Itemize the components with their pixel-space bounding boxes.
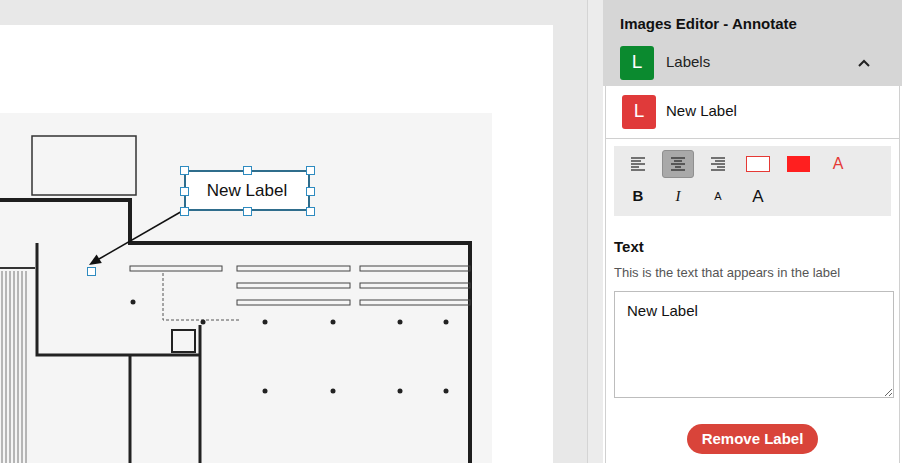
label-text-input[interactable]: New Label bbox=[614, 291, 894, 398]
resize-handle[interactable] bbox=[306, 166, 315, 175]
section-label: Labels bbox=[666, 51, 846, 74]
larger-button[interactable]: A bbox=[742, 182, 774, 212]
toolbar-row: A bbox=[622, 150, 883, 178]
section-badge: L bbox=[620, 46, 654, 80]
caret-up-icon bbox=[858, 59, 870, 67]
panel-gutter bbox=[587, 0, 603, 463]
border-color-swatch bbox=[746, 156, 770, 172]
resize-handle[interactable] bbox=[180, 187, 189, 196]
align-center-button[interactable] bbox=[662, 150, 694, 178]
image-page: New Label bbox=[0, 25, 553, 463]
resize-handle[interactable] bbox=[306, 187, 315, 196]
fill-color-swatch bbox=[787, 156, 810, 172]
panel-body: L New Label A B I A A Text This is the text that… bbox=[605, 86, 900, 463]
italic-button[interactable]: I bbox=[662, 182, 694, 212]
label-annotation[interactable]: New Label bbox=[184, 170, 310, 211]
panel-title: Images Editor - Annotate bbox=[603, 0, 902, 46]
label-item[interactable]: L New Label bbox=[606, 86, 899, 139]
resize-handle[interactable] bbox=[180, 166, 189, 175]
bold-button[interactable]: B bbox=[622, 182, 654, 212]
align-right-button[interactable] bbox=[702, 150, 734, 178]
resize-handle[interactable] bbox=[243, 166, 252, 175]
label-item-badge: L bbox=[622, 95, 656, 129]
resize-handle[interactable] bbox=[243, 207, 252, 216]
smaller-button[interactable]: A bbox=[702, 182, 734, 212]
text-color-swatch: A bbox=[833, 152, 844, 176]
canvas-area: New Label bbox=[0, 0, 587, 463]
italic-label: I bbox=[676, 185, 681, 208]
larger-label: A bbox=[752, 184, 763, 210]
align-left-button[interactable] bbox=[622, 150, 654, 178]
format-toolbar: A B I A A bbox=[614, 146, 891, 216]
panel-header: Images Editor - AnnotateL Labels bbox=[603, 0, 902, 86]
editor-panel: Images Editor - AnnotateLLabelsLNew Labe… bbox=[603, 0, 902, 463]
align-right-icon bbox=[710, 156, 726, 172]
resize-handle[interactable] bbox=[180, 207, 189, 216]
resize-handle[interactable] bbox=[87, 267, 96, 276]
toolbar-row: BIAA bbox=[622, 182, 883, 212]
text-field-label: Text bbox=[614, 236, 891, 259]
remove-label-button[interactable]: Remove Label bbox=[687, 424, 818, 455]
remove-button-row: Remove Label bbox=[606, 398, 899, 455]
bold-label: B bbox=[633, 185, 644, 208]
floor-plan-image bbox=[0, 25, 553, 463]
text-field-group: Text This is the text that appears in the… bbox=[606, 216, 899, 398]
text-field-help: This is the text that appears in the lab… bbox=[614, 263, 891, 283]
align-center-icon bbox=[670, 156, 686, 172]
align-left-icon bbox=[630, 156, 646, 172]
labels-section-header[interactable]: L Labels bbox=[603, 46, 902, 86]
label-item-name: New Label bbox=[666, 100, 737, 123]
fill-color-button[interactable] bbox=[782, 150, 814, 178]
text-color-button[interactable]: A bbox=[822, 150, 854, 178]
smaller-label: A bbox=[714, 188, 721, 205]
label-text: New Label bbox=[207, 178, 287, 204]
resize-handle[interactable] bbox=[306, 207, 315, 216]
border-color-button[interactable] bbox=[742, 150, 774, 178]
